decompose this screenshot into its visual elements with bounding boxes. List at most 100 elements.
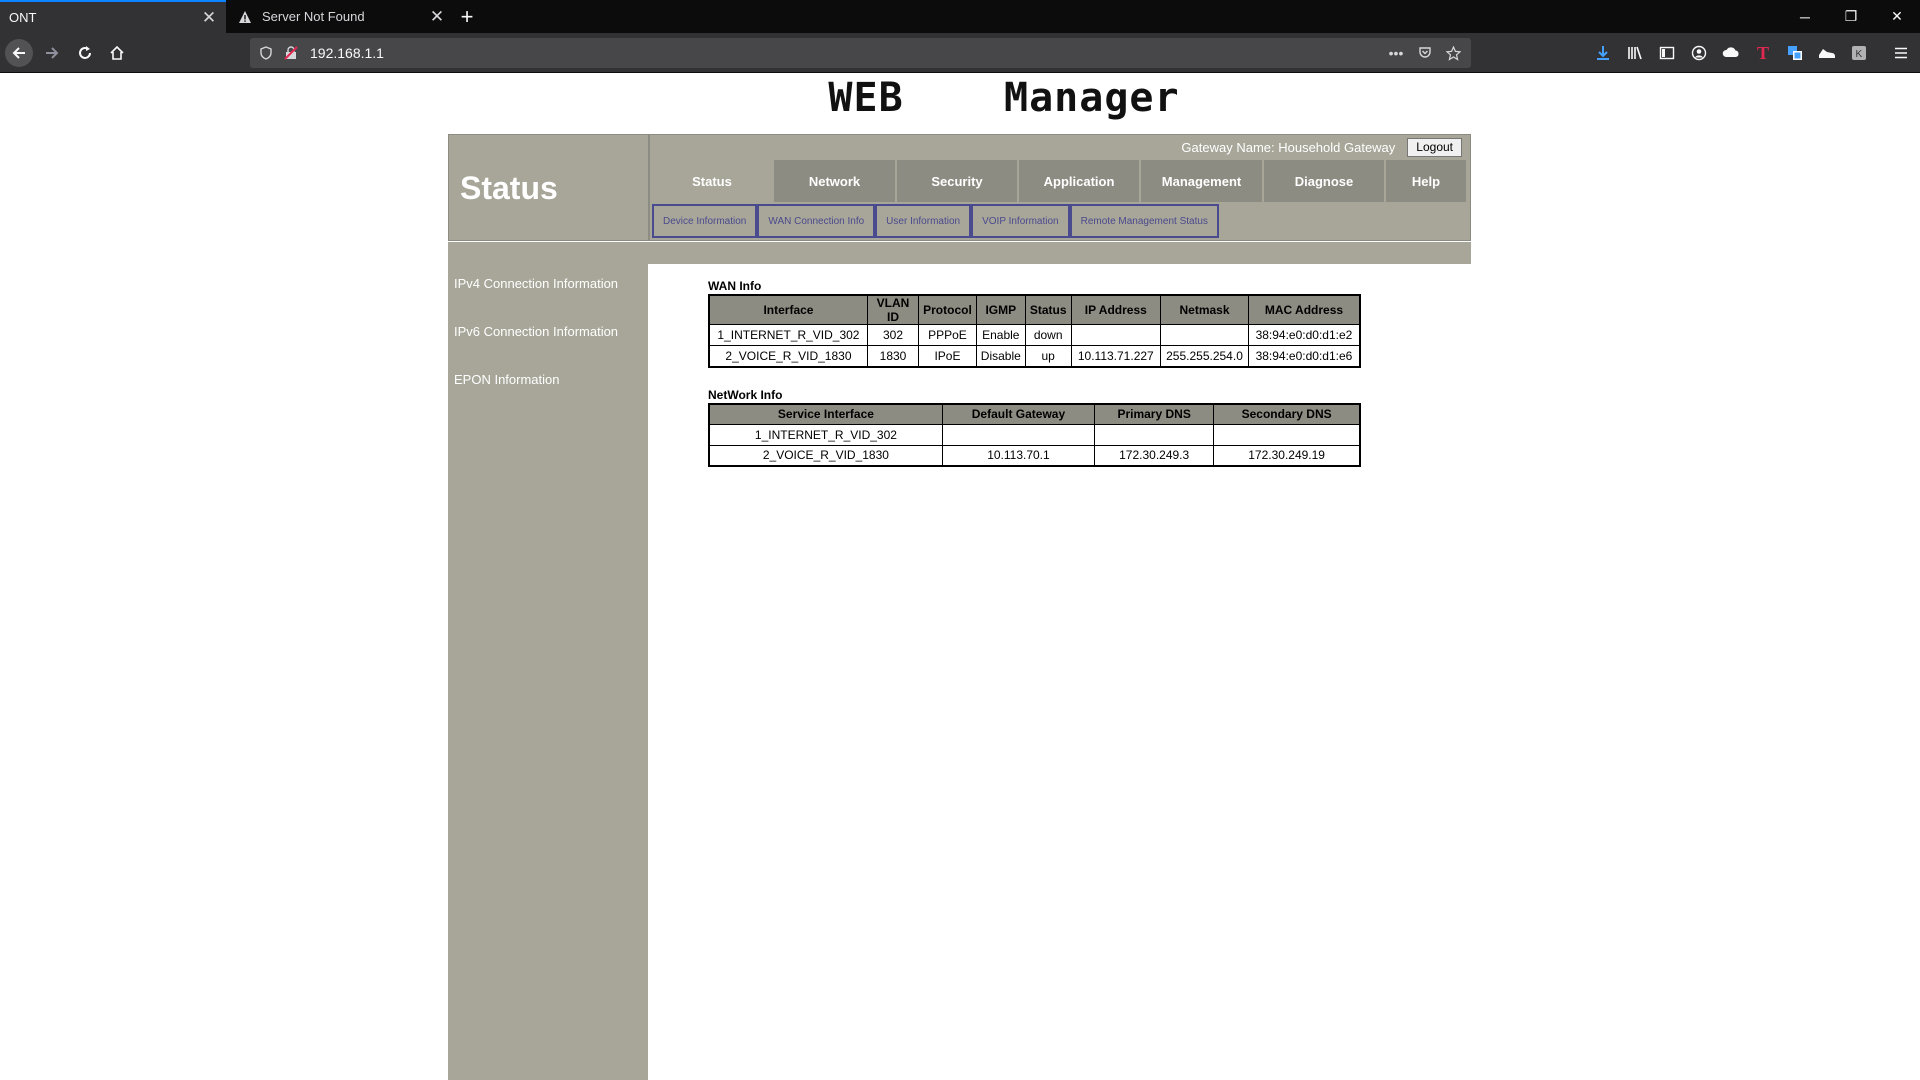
- column-header: Primary DNS: [1094, 403, 1215, 425]
- new-tab-icon[interactable]: +: [453, 3, 481, 31]
- restore-icon[interactable]: ❐: [1828, 0, 1874, 33]
- subtab-remote-management-status[interactable]: Remote Management Status: [1069, 204, 1219, 238]
- section-title-box: Status: [449, 135, 648, 240]
- column-header: IP Address: [1070, 294, 1162, 325]
- table-cell: up: [1024, 345, 1072, 367]
- tab-title: Server Not Found: [262, 9, 365, 24]
- table-cell: Disable: [975, 345, 1026, 367]
- column-header: Protocol: [918, 294, 977, 325]
- more-actions-icon[interactable]: •••: [1388, 45, 1404, 61]
- table-cell: 1_INTERNET_R_VID_302: [708, 324, 868, 346]
- forward-arrow-icon[interactable]: [38, 39, 66, 67]
- reload-icon[interactable]: [71, 39, 99, 67]
- table-cell: 2_VOICE_R_VID_1830: [708, 444, 943, 467]
- table-row: 1_INTERNET_R_VID_302: [708, 423, 1361, 446]
- table-cell: PPPoE: [918, 324, 977, 346]
- close-tab-icon[interactable]: ✕: [424, 4, 450, 30]
- section-title: Status: [460, 170, 558, 206]
- subtab-user-information[interactable]: User Information: [875, 204, 972, 238]
- browser-tab-bar: ONT ✕ Server Not Found ✕ + ─ ❐ ✕: [0, 0, 1920, 33]
- tab-status[interactable]: Status: [652, 160, 772, 202]
- table-cell: [1070, 324, 1162, 346]
- table-cell: [1160, 324, 1249, 346]
- browser-tab-ont[interactable]: ONT ✕: [0, 0, 226, 33]
- tab-title: ONT: [9, 10, 37, 25]
- back-arrow-icon[interactable]: [5, 39, 33, 67]
- table-cell: down: [1024, 324, 1072, 346]
- sidebar-icon[interactable]: [1657, 43, 1677, 63]
- column-header: Interface: [708, 294, 868, 325]
- table-row: 2_VOICE_R_VID_1830 1830 IPoE Disable up …: [708, 345, 1361, 367]
- tab-network[interactable]: Network: [774, 160, 895, 202]
- table-row: 2_VOICE_R_VID_1830 10.113.70.1 172.30.24…: [708, 444, 1361, 467]
- column-header: IGMP: [975, 294, 1026, 325]
- extension-shoe-icon[interactable]: [1817, 43, 1837, 63]
- column-header: Default Gateway: [941, 403, 1096, 425]
- close-window-icon[interactable]: ✕: [1874, 0, 1920, 33]
- library-icon[interactable]: [1625, 43, 1645, 63]
- home-icon[interactable]: [103, 39, 131, 67]
- table-cell: [941, 423, 1096, 446]
- bookmark-star-icon[interactable]: [1445, 45, 1461, 61]
- account-icon[interactable]: [1689, 43, 1709, 63]
- sub-tabs: Device Information WAN Connection Info U…: [652, 204, 1219, 238]
- tab-application[interactable]: Application: [1019, 160, 1139, 202]
- browser-tab-server-not-found[interactable]: Server Not Found ✕: [228, 0, 454, 33]
- table-cell: 1830: [866, 345, 920, 367]
- gateway-name: Gateway Name: Household Gateway: [1181, 139, 1396, 155]
- tab-help[interactable]: Help: [1386, 160, 1466, 202]
- table-cell: [1094, 423, 1215, 446]
- url-text[interactable]: 192.168.1.1: [310, 38, 384, 68]
- url-bar[interactable]: 192.168.1.1 •••: [250, 38, 1471, 68]
- translate-icon[interactable]: [1785, 43, 1805, 63]
- wan-info-table: Interface VLAN ID Protocol IGMP Status I…: [708, 294, 1361, 368]
- insecure-lock-icon[interactable]: [283, 45, 299, 61]
- svg-text:K: K: [1856, 49, 1863, 60]
- table-cell: Enable: [975, 324, 1026, 346]
- main-tabs: Status Network Security Application Mana…: [652, 160, 1468, 202]
- pocket-icon[interactable]: [1417, 45, 1433, 61]
- extension-t-icon[interactable]: T: [1753, 43, 1773, 63]
- column-header: Status: [1024, 294, 1072, 325]
- logout-button[interactable]: Logout: [1407, 137, 1462, 157]
- close-tab-icon[interactable]: ✕: [196, 5, 222, 31]
- network-info-table: Service Interface Default Gateway Primar…: [708, 403, 1361, 467]
- column-header: Netmask: [1160, 294, 1249, 325]
- main-content: WAN Info Interface VLAN ID Protocol IGMP…: [648, 264, 1471, 1080]
- table-cell: 38:94:e0:d0:d1:e2: [1247, 324, 1361, 346]
- sidebar-item-ipv4[interactable]: IPv4 Connection Information: [454, 276, 618, 291]
- tab-management[interactable]: Management: [1141, 160, 1262, 202]
- subtab-voip-information[interactable]: VOIP Information: [971, 204, 1070, 238]
- table-cell: 10.113.70.1: [941, 444, 1096, 467]
- subtab-device-information[interactable]: Device Information: [652, 204, 758, 238]
- table-cell: 2_VOICE_R_VID_1830: [708, 345, 868, 367]
- sidebar-item-ipv6[interactable]: IPv6 Connection Information: [454, 324, 618, 339]
- content-top-strip: [648, 242, 1471, 264]
- extension-cloud-icon[interactable]: [1721, 43, 1741, 63]
- table-cell: [1213, 423, 1361, 446]
- warning-icon: [237, 9, 253, 25]
- tab-diagnose[interactable]: Diagnose: [1264, 160, 1384, 202]
- table-header-row: Interface VLAN ID Protocol IGMP Status I…: [708, 294, 1361, 325]
- hamburger-menu-icon[interactable]: [1891, 43, 1911, 63]
- wan-info-title: WAN Info: [708, 279, 762, 293]
- table-cell: 172.30.249.19: [1213, 444, 1361, 467]
- router-header: Status Gateway Name: Household Gateway L…: [448, 134, 1471, 241]
- site-title: WEB Manager: [828, 75, 1180, 121]
- downloads-icon[interactable]: [1593, 43, 1613, 63]
- table-cell: 255.255.254.0: [1160, 345, 1249, 367]
- sidebar-item-epon[interactable]: EPON Information: [454, 372, 560, 387]
- table-cell: 172.30.249.3: [1094, 444, 1215, 467]
- sidebar: IPv4 Connection Information IPv6 Connect…: [448, 242, 648, 1080]
- page-viewport: WEB Manager Status Gateway Name: Househo…: [0, 74, 1920, 1080]
- table-header-row: Service Interface Default Gateway Primar…: [708, 403, 1361, 425]
- subtab-wan-connection-info[interactable]: WAN Connection Info: [757, 204, 876, 238]
- shield-icon[interactable]: [258, 45, 274, 61]
- extension-k-icon[interactable]: K: [1849, 43, 1869, 63]
- navigation-panel: Gateway Name: Household Gateway Logout S…: [650, 135, 1470, 240]
- table-row: 1_INTERNET_R_VID_302 302 PPPoE Enable do…: [708, 324, 1361, 346]
- browser-nav-bar: 192.168.1.1 ••• T K: [0, 33, 1920, 73]
- table-cell: 10.113.71.227: [1070, 345, 1162, 367]
- minimize-icon[interactable]: ─: [1782, 0, 1828, 33]
- tab-security[interactable]: Security: [897, 160, 1017, 202]
